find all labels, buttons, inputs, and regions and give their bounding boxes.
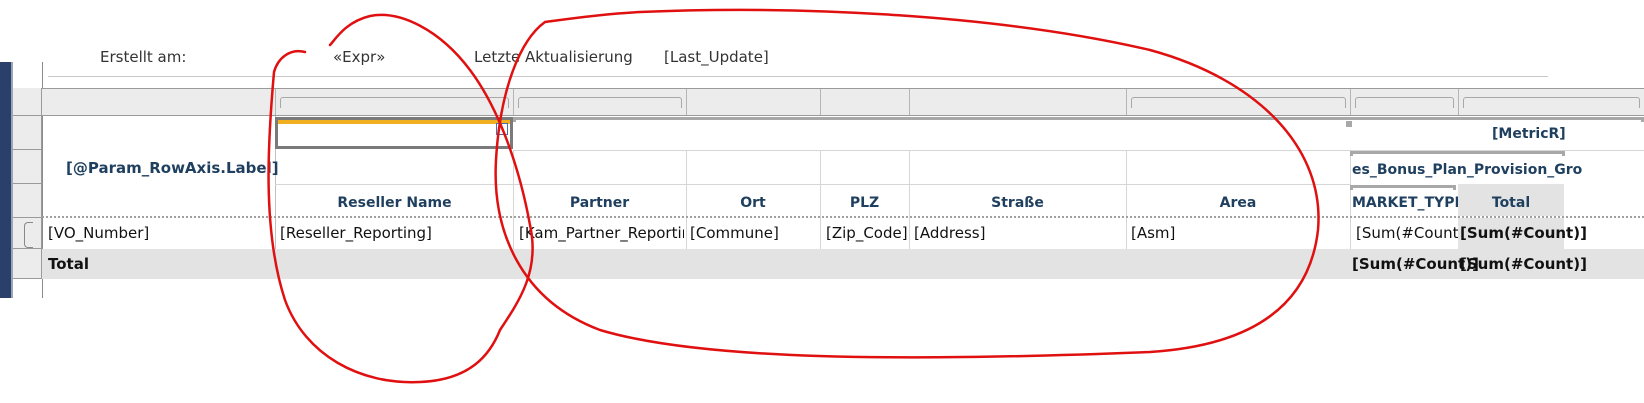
total-row-label[interactable]: Total — [48, 255, 89, 273]
grid-line — [275, 184, 1350, 185]
column-group-bracket-3 — [1350, 185, 1456, 190]
column-header-strasse[interactable]: Straße — [909, 195, 1126, 211]
metric-label[interactable]: [MetricR] — [1492, 126, 1566, 142]
group-grip[interactable] — [1346, 121, 1352, 127]
cell-total-sum[interactable]: [Sum(#Count)] — [1460, 224, 1587, 242]
group-separator — [42, 216, 1644, 218]
row-handle-3[interactable] — [13, 184, 42, 218]
cell-strasse[interactable]: [Address] — [914, 224, 985, 242]
created-value-expression[interactable]: «Expr» — [333, 48, 385, 66]
row-handle-total[interactable] — [13, 249, 42, 279]
column-header-reseller-name[interactable]: Reseller Name — [276, 195, 513, 211]
designer-left-bar — [0, 62, 11, 298]
column-handle-strasse[interactable] — [909, 89, 1126, 115]
column-handle-market-type[interactable] — [1350, 89, 1458, 115]
column-group-bracket-2 — [1350, 151, 1565, 156]
column-header-ort[interactable]: Ort — [686, 195, 820, 211]
column-header-market-type[interactable]: MARKET_TYPE — [1352, 195, 1458, 211]
column-handle-area[interactable] — [1126, 89, 1350, 115]
column-header-area[interactable]: Area — [1126, 195, 1350, 211]
cell-reseller[interactable]: [Reseller_Reporting] — [280, 224, 432, 242]
row-axis-label[interactable]: [@Param_RowAxis.Label] — [66, 159, 279, 177]
updated-label: Letzte Aktualisierung — [474, 48, 633, 66]
group-header-label[interactable]: es_Bonus_Plan_Provision_Gro — [1352, 162, 1644, 178]
cell-ort[interactable]: [Commune] — [690, 224, 779, 242]
grid-line — [513, 150, 1350, 151]
column-handle-plz[interactable] — [820, 89, 909, 115]
cell-area[interactable]: [Asm] — [1131, 224, 1175, 242]
column-handle-total[interactable] — [1458, 89, 1644, 115]
column-handle-partner[interactable] — [513, 89, 686, 115]
selected-textbox[interactable] — [275, 117, 513, 149]
column-group-bracket — [513, 117, 1644, 122]
corner-handle[interactable] — [13, 88, 42, 116]
updated-value[interactable]: [Last_Update] — [664, 48, 769, 66]
field-picker-icon[interactable] — [496, 123, 508, 135]
cell-vo-number[interactable]: [VO_Number] — [48, 224, 149, 242]
column-handle-ort[interactable] — [686, 89, 820, 115]
cell-plz[interactable]: [Zip_Code] — [826, 224, 908, 242]
column-handle-reseller[interactable] — [275, 89, 513, 115]
row-group-bracket — [24, 222, 33, 248]
selection-highlight — [278, 120, 510, 124]
column-header-plz[interactable]: PLZ — [820, 195, 909, 211]
cell-market-sum[interactable]: [Sum(#Count)] — [1356, 224, 1470, 242]
row-handle-1[interactable] — [13, 116, 42, 150]
tablix-column-handles — [42, 88, 1644, 116]
total-row-total-sum[interactable]: [Sum(#Count)] — [1460, 255, 1587, 273]
column-header-partner[interactable]: Partner — [513, 195, 686, 211]
column-header-total[interactable]: Total — [1458, 195, 1564, 211]
row-handle-2[interactable] — [13, 150, 42, 184]
cell-partner[interactable]: [Kam_Partner_Reporting — [519, 224, 684, 242]
created-label: Erstellt am: — [100, 48, 187, 66]
header-divider — [48, 76, 1548, 77]
